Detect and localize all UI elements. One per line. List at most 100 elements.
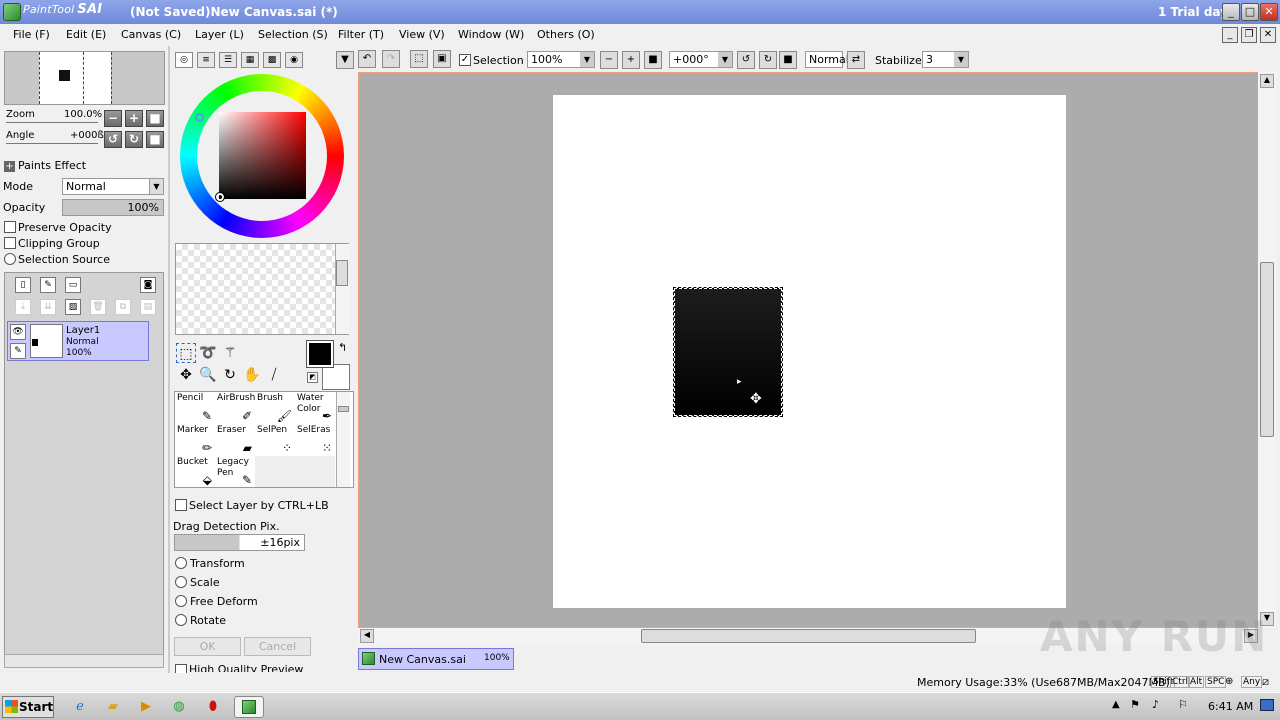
menu-selection[interactable]: Selection (S) [258,28,328,41]
paints-effect-header[interactable]: + Paints Effect [4,159,86,172]
duplicate-layer-icon[interactable]: ⧉ [115,299,131,315]
action-center-icon[interactable]: ⚑ [1130,698,1140,711]
canvas-viewport[interactable]: ✥ ▸ [358,72,1260,628]
magic-wand-icon[interactable]: ⚚ [220,343,240,363]
rotate-reset-icon[interactable]: ■ [779,51,797,69]
rotate-right-icon[interactable]: ↻ [759,51,777,69]
swap-colors-icon[interactable]: ↰ [338,341,347,354]
tool-brush[interactable]: Brush 🖌 [255,392,295,424]
menu-canvas[interactable]: Canvas (C) [121,28,181,41]
secondary-color-swatch[interactable] [322,364,350,390]
scroll-up-icon[interactable]: ▲ [1260,74,1274,88]
selection-checkbox[interactable]: ✓ [459,54,471,66]
saturation-value-square[interactable] [219,112,306,199]
eyedropper-icon[interactable]: ⧸ [264,365,284,385]
scale-radio[interactable] [175,576,187,588]
rect-select-icon[interactable]: ⬚ [176,343,196,363]
mdi-close-button[interactable]: ✕ [1260,27,1276,43]
mode-select[interactable]: Normal ▼ [62,178,164,195]
ok-button[interactable]: OK [174,637,241,656]
menu-edit[interactable]: Edit (E) [66,28,106,41]
volume-icon[interactable]: ♪ [1152,698,1159,711]
panel-divider[interactable] [168,46,170,690]
transfer-down-icon[interactable]: ⇣ [15,299,31,315]
menu-others[interactable]: Others (O) [537,28,595,41]
tool-legacy-pen[interactable]: Legacy Pen ✎ [215,456,255,488]
angle-select[interactable]: +000° ▼ [669,51,733,68]
stabilizer-select[interactable]: 3 ▼ [922,51,969,68]
zoom-out-icon[interactable]: − [600,51,618,69]
tool-marker[interactable]: Marker ✏ [175,424,215,456]
color-wheel-tab-icon[interactable]: ◎ [175,52,193,68]
angle-slider[interactable] [6,143,98,144]
zoom-reset-button[interactable]: ■ [146,110,164,127]
rotate-right-button[interactable]: ↻ [125,131,143,148]
network-flag-icon[interactable]: ⚐ [1178,698,1188,711]
pen-lock-icon[interactable]: ✎ [10,343,26,359]
layer-mask-icon[interactable]: ◙ [140,277,156,293]
hand-icon[interactable]: ✋ [242,365,262,385]
hue-picker-handle[interactable] [195,113,204,122]
navigator-preview[interactable] [4,51,165,105]
menu-view[interactable]: View (V) [399,28,445,41]
scroll-left-icon[interactable]: ◀ [360,629,374,643]
maximize-button[interactable]: □ [1241,3,1259,21]
layer-panel-hscrollbar[interactable] [4,654,164,668]
cancel-button[interactable]: Cancel [244,637,311,656]
tool-bucket[interactable]: Bucket ⬙ [175,456,215,488]
rotate-icon[interactable]: ↻ [220,365,240,385]
delete-layer-icon[interactable]: 🗑 [90,299,106,315]
primary-color-swatch[interactable] [306,340,334,368]
swatches-tab-icon[interactable]: ▩ [263,52,281,68]
zoom-out-button[interactable]: − [104,110,122,127]
blend-mode-select[interactable]: Normal [805,51,849,68]
preserve-opacity-checkbox[interactable] [4,221,16,233]
sai-taskbar-button[interactable] [234,696,264,718]
internet-explorer-icon[interactable]: ℯ [69,696,91,718]
layer-row[interactable]: 👁 ✎ Layer1 Normal 100% [7,321,149,361]
rotate-radio[interactable] [175,614,187,626]
rotate-left-icon[interactable]: ↺ [737,51,755,69]
vscroll-thumb[interactable] [1260,262,1274,437]
redo-icon[interactable]: ↷ [382,50,400,68]
undo-icon[interactable]: ↶ [358,50,376,68]
menu-filter[interactable]: Filter (T) [338,28,384,41]
chrome-icon[interactable]: ◍ [168,696,190,718]
scratchpad-tab-icon[interactable]: ◉ [285,52,303,68]
menu-layer[interactable]: Layer (L) [195,28,244,41]
file-explorer-icon[interactable]: ▰ [102,696,124,718]
canvas-vscrollbar[interactable]: ▲ ▼ [1258,72,1276,628]
zoom-icon[interactable]: 🔍 [198,365,218,385]
invert-selection-icon[interactable]: ▣ [433,50,451,68]
new-folder-icon[interactable]: ▭ [65,277,81,293]
rotate-reset-button[interactable]: ■ [146,131,164,148]
tool-pencil[interactable]: Pencil ✎ [175,392,215,424]
canvas-paper[interactable]: ✥ ▸ [553,95,1066,608]
deselect-icon[interactable]: ⬚ [410,50,428,68]
transform-radio[interactable] [175,557,187,569]
menu-file[interactable]: File (F) [13,28,50,41]
transparent-color-icon[interactable]: ◩ [307,372,318,383]
selection-source-radio[interactable] [4,253,16,265]
drag-detection-slider[interactable]: ±16pix [174,534,305,551]
clear-layer-icon[interactable]: ▨ [65,299,81,315]
document-tab[interactable]: New Canvas.sai 100% [358,648,514,670]
layer-props-icon[interactable]: ▤ [140,299,156,315]
move-icon[interactable]: ✥ [176,365,196,385]
close-button[interactable]: ✕ [1260,3,1278,21]
show-desktop-icon[interactable] [1260,699,1274,711]
new-layer-icon[interactable]: ▯ [15,277,31,293]
rotate-left-button[interactable]: ↺ [104,131,122,148]
merge-down-icon[interactable]: ⇊ [40,299,56,315]
selected-black-rectangle[interactable]: ✥ ▸ [673,287,783,417]
start-button[interactable]: Start [2,696,54,718]
tool-selpen[interactable]: SelPen ⁘ [255,424,295,456]
zoom-slider[interactable] [6,122,98,123]
brush-grid-scrollbar[interactable] [336,392,350,487]
opera-icon[interactable]: ⬮ [202,696,224,718]
toolbar-menu-icon[interactable]: ▼ [336,51,354,69]
rgb-slider-tab-icon[interactable]: ≡ [197,52,215,68]
mdi-minimize-button[interactable]: _ [1222,27,1238,43]
scratchpad-area[interactable] [175,243,349,335]
select-layer-ctrl-checkbox[interactable] [175,499,187,511]
